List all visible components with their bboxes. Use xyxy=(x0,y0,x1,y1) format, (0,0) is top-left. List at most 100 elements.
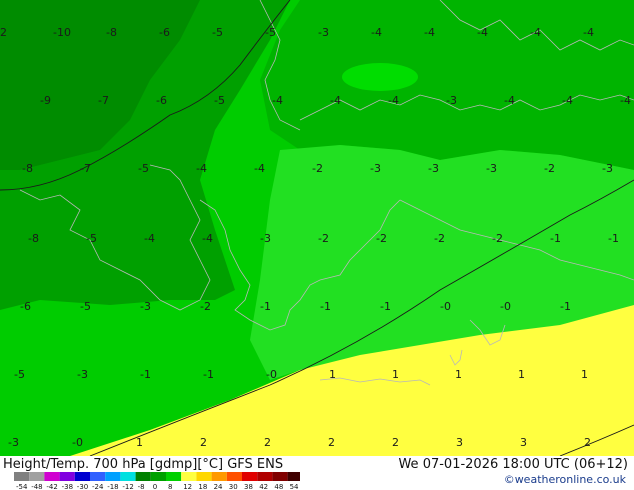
legend-tick: -42 xyxy=(46,483,57,490)
temp-label: -5 xyxy=(214,94,225,107)
temp-label: -7 xyxy=(98,94,109,107)
temp-label: 2 xyxy=(264,436,271,449)
legend-tick: 18 xyxy=(198,483,207,490)
legend-swatch xyxy=(196,472,212,481)
temp-label: -3 xyxy=(370,162,381,175)
temp-label: -0 xyxy=(440,300,451,313)
temp-label: -7 xyxy=(80,162,91,175)
legend-swatch xyxy=(90,472,106,481)
legend-tick: 38 xyxy=(244,483,253,490)
legend-tick: -8 xyxy=(138,483,145,490)
temp-label: 2 xyxy=(392,436,399,449)
temp-label: -2 xyxy=(312,162,323,175)
temp-label: 1 xyxy=(581,368,588,381)
temp-label: -4 xyxy=(330,94,341,107)
valid-time: We 07-01-2026 18:00 UTC (06+12) xyxy=(398,457,628,472)
temp-label: -6 xyxy=(156,94,167,107)
legend-tick: -54 xyxy=(16,483,28,490)
temp-label: 2 xyxy=(0,26,7,39)
temp-label: -2 xyxy=(434,232,445,245)
temp-label: -4 xyxy=(144,232,155,245)
legend-swatch xyxy=(150,472,166,481)
temp-label: -1 xyxy=(320,300,331,313)
legend-swatch xyxy=(166,472,182,481)
temp-label: -9 xyxy=(40,94,51,107)
legend-tick: -30 xyxy=(77,483,88,490)
legend-swatch xyxy=(120,472,136,481)
temp-label: -3 xyxy=(77,368,88,381)
temp-label: -4 xyxy=(371,26,382,39)
temp-label: -5 xyxy=(212,26,223,39)
temp-label: -2 xyxy=(200,300,211,313)
temp-label: -3 xyxy=(8,436,19,449)
temp-label: -8 xyxy=(28,232,39,245)
legend-swatch xyxy=(59,472,75,481)
temp-label: -3 xyxy=(140,300,151,313)
legend-tick: -12 xyxy=(122,483,133,490)
temp-label: -4 xyxy=(272,94,283,107)
temp-label: -4 xyxy=(254,162,265,175)
temp-label: -4 xyxy=(424,26,435,39)
legend-tick: 8 xyxy=(168,483,172,490)
temp-label: 3 xyxy=(520,436,527,449)
warm-pocket xyxy=(342,63,418,91)
temp-label: -2 xyxy=(318,232,329,245)
legend-tick: 54 xyxy=(290,483,299,490)
temp-label: -4 xyxy=(196,162,207,175)
temp-label: -3 xyxy=(486,162,497,175)
temp-label: -8 xyxy=(22,162,33,175)
footer-bar: Height/Temp. 700 hPa [gdmp][°C] GFS ENS … xyxy=(0,456,634,490)
legend-swatch xyxy=(272,472,288,481)
temperature-map: 2 -10 -8 -6 -5 -5 -3 -4 -4 -4 -4 -4 -9 -7 -6 -5 -4 -4 -4 -3… xyxy=(0,0,634,456)
legend-swatch xyxy=(44,472,60,481)
temp-label: -4 xyxy=(562,94,573,107)
legend-tick: -24 xyxy=(92,483,104,490)
legend-tick: 12 xyxy=(183,483,192,490)
legend-swatch xyxy=(287,472,300,481)
legend-swatch xyxy=(181,472,197,481)
temp-label: -3 xyxy=(260,232,271,245)
temp-label: -5 xyxy=(138,162,149,175)
temp-label: -4 xyxy=(388,94,399,107)
legend-swatch xyxy=(105,472,121,481)
temp-label: -8 xyxy=(106,26,117,39)
legend-tick: -38 xyxy=(62,483,73,490)
credit-link[interactable]: ©weatheronline.co.uk xyxy=(504,473,626,486)
temp-label: -0 xyxy=(266,368,277,381)
temp-label: -4 xyxy=(504,94,515,107)
temp-label: -3 xyxy=(446,94,457,107)
temp-label: -2 xyxy=(376,232,387,245)
temp-label: -5 xyxy=(14,368,25,381)
legend-swatch xyxy=(257,472,273,481)
temp-label: -5 xyxy=(86,232,97,245)
temp-band-minus4 xyxy=(260,0,634,170)
legend-swatch xyxy=(29,472,45,481)
temp-label: -4 xyxy=(583,26,594,39)
temp-label: -2 xyxy=(492,232,503,245)
temp-label: 1 xyxy=(455,368,462,381)
temp-label: 2 xyxy=(200,436,207,449)
temp-label: 1 xyxy=(329,368,336,381)
temp-label: -4 xyxy=(530,26,541,39)
temp-label: -1 xyxy=(550,232,561,245)
temp-label: -1 xyxy=(140,368,151,381)
temp-label: -4 xyxy=(477,26,488,39)
legend-swatch xyxy=(211,472,227,481)
temp-label: -4 xyxy=(202,232,213,245)
legend-swatch xyxy=(226,472,242,481)
temp-label: -1 xyxy=(380,300,391,313)
temp-label: -1 xyxy=(203,368,214,381)
legend-swatch xyxy=(74,472,90,481)
temp-label: -10 xyxy=(53,26,71,39)
temp-label: -3 xyxy=(602,162,613,175)
legend-swatch xyxy=(14,472,30,481)
temp-label: 1 xyxy=(392,368,399,381)
temp-label: -4 xyxy=(620,94,631,107)
temp-label: -6 xyxy=(20,300,31,313)
temp-label: 3 xyxy=(456,436,463,449)
legend-tick: 42 xyxy=(259,483,268,490)
temp-label: -3 xyxy=(428,162,439,175)
temp-label: -1 xyxy=(560,300,571,313)
temp-label: 1 xyxy=(518,368,525,381)
temp-label: -2 xyxy=(544,162,555,175)
